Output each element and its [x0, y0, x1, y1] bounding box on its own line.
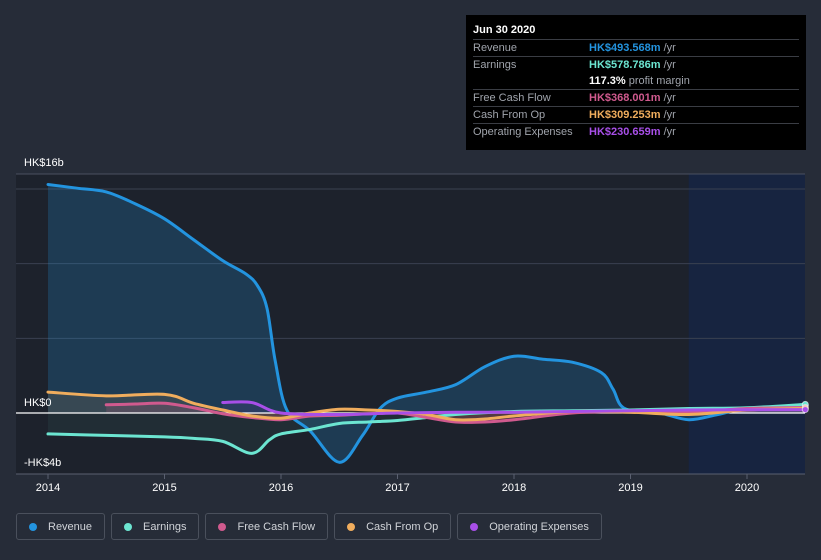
tooltip-label [473, 73, 589, 89]
tooltip-label: Revenue [473, 42, 518, 54]
legend-item-free-cash-flow[interactable]: Free Cash Flow [205, 513, 329, 540]
tooltip-unit: /yr [663, 109, 676, 121]
tooltip-value: HK$368.001m [589, 92, 661, 104]
x-tick-label: 2014 [36, 482, 60, 494]
highlight-region [688, 174, 805, 474]
tooltip-unit: profit margin [628, 75, 690, 87]
y-tick-label-top: HK$16b [24, 157, 64, 169]
legend-item-cash-from-op[interactable]: Cash From Op [334, 513, 452, 540]
tooltip-unit: /yr [663, 42, 676, 54]
tooltip-date: Jun 30 2020 [473, 24, 536, 36]
tooltip-row-revenue: Revenue HK$493.568m /yr [473, 39, 799, 56]
x-tick-label: 2019 [618, 482, 642, 494]
tooltip-value: HK$493.568m [589, 42, 661, 54]
y-tick-label-zero: HK$0 [24, 397, 52, 409]
legend-label: Free Cash Flow [237, 520, 316, 533]
x-tick-label: 2017 [385, 482, 409, 494]
earnings-dot-icon [124, 522, 133, 531]
legend-label: Earnings [143, 520, 187, 533]
tooltip-row-earnings: Earnings HK$578.786m /yr [473, 56, 799, 73]
legend-item-earnings[interactable]: Earnings [111, 513, 200, 540]
tooltip-value: 117.3% [589, 75, 626, 87]
tooltip-row-cash-from-op: Cash From Op HK$309.253m /yr [473, 106, 799, 123]
tooltip-row-operating-expenses: Operating Expenses HK$230.659m /yr [473, 123, 799, 140]
legend-item-revenue[interactable]: Revenue [16, 513, 106, 540]
chart-legend: Revenue Earnings Free Cash Flow Cash Fro… [16, 513, 602, 540]
x-tick-label: 2016 [269, 482, 293, 494]
tooltip-row-profit-margin: 117.3% profit margin [473, 73, 799, 89]
tooltip-unit: /yr [663, 59, 676, 71]
tooltip-unit: /yr [663, 126, 676, 138]
tooltip-row-free-cash-flow: Free Cash Flow HK$368.001m /yr [473, 89, 799, 106]
operating-expenses-dot-icon [470, 522, 479, 531]
operating-expenses-end-marker [801, 406, 809, 414]
legend-item-operating-expenses[interactable]: Operating Expenses [457, 513, 602, 540]
data-tooltip: Jun 30 2020 Revenue HK$493.568m /yr Earn… [466, 15, 806, 150]
tooltip-label: Cash From Op [473, 109, 546, 121]
tooltip-value: HK$230.659m [589, 126, 661, 138]
legend-label: Revenue [48, 520, 93, 533]
legend-label: Operating Expenses [489, 520, 589, 533]
tooltip-value: HK$309.253m [589, 109, 661, 121]
y-tick-label-bottom: -HK$4b [24, 457, 61, 469]
x-tick-label: 2020 [735, 482, 759, 494]
free-cash-flow-dot-icon [218, 522, 227, 531]
tooltip-value: HK$578.786m [589, 59, 661, 71]
legend-label: Cash From Op [366, 520, 439, 533]
cash-from-op-dot-icon [347, 522, 356, 531]
revenue-dot-icon [29, 522, 37, 531]
x-tick-label: 2018 [502, 482, 526, 494]
tooltip-unit: /yr [663, 92, 676, 104]
tooltip-label: Operating Expenses [473, 126, 573, 138]
tooltip-label: Free Cash Flow [473, 92, 551, 104]
tooltip-label: Earnings [473, 59, 517, 71]
x-tick-label: 2015 [152, 482, 176, 494]
